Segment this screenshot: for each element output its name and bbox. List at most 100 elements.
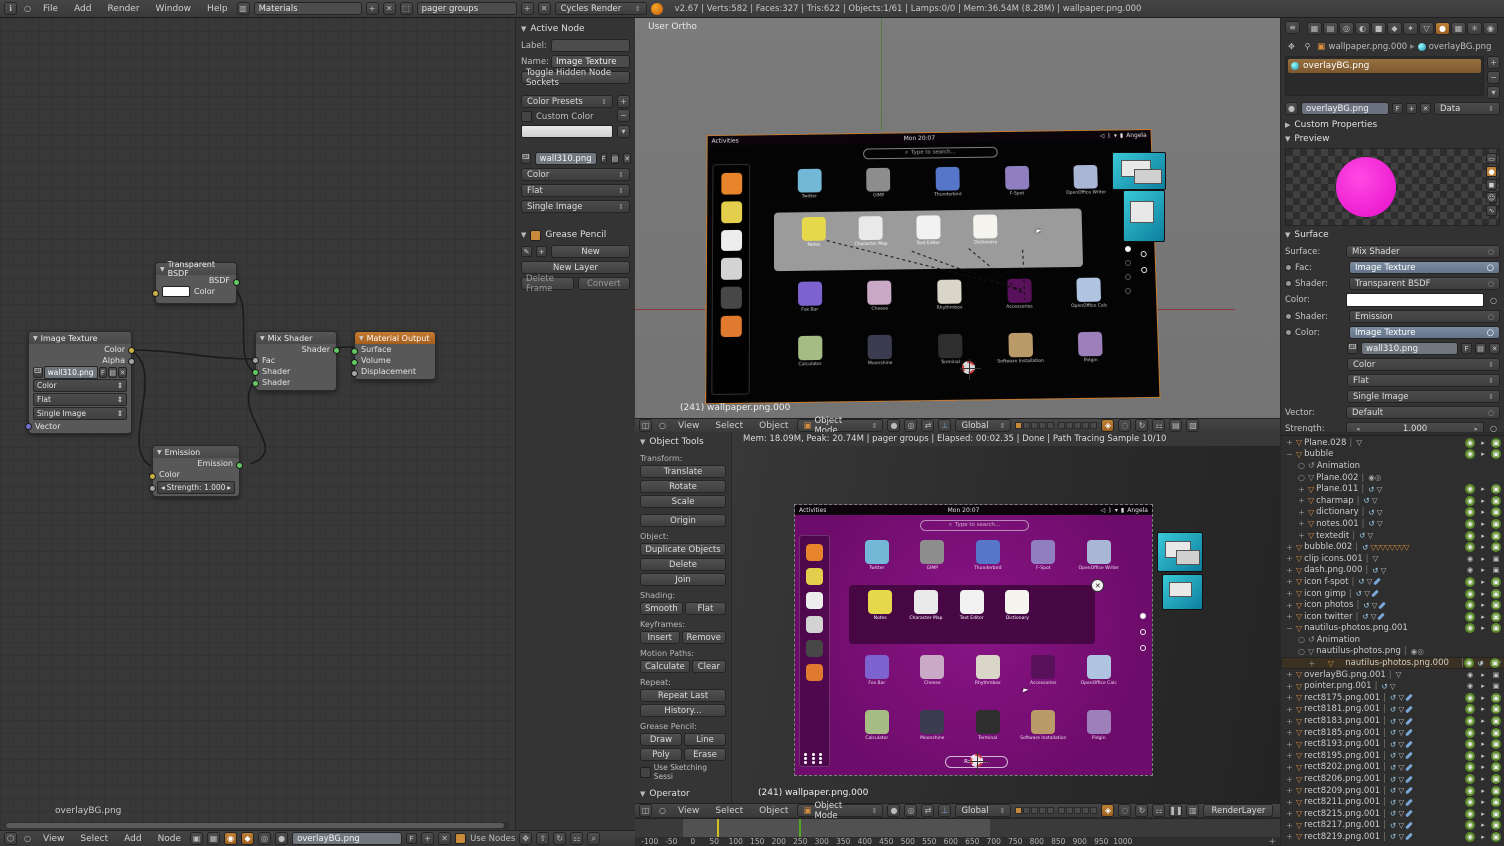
visibility-eye-icon[interactable]: ◉ <box>1465 542 1475 552</box>
color-output-socket[interactable] <box>128 347 135 354</box>
custom-color-checkbox[interactable] <box>521 111 532 122</box>
visibility-eye-icon[interactable]: ◉ <box>1465 577 1475 587</box>
menu-item[interactable]: Select <box>710 421 748 431</box>
visibility-eye-icon[interactable]: ◉ <box>1465 751 1475 761</box>
snap-magnet-icon[interactable]: ◈ <box>1101 419 1114 432</box>
renderable-camera-icon[interactable]: ▣ <box>1491 739 1501 749</box>
image-option-select[interactable]: Flat⇕ <box>521 184 630 197</box>
flat-button[interactable]: Flat <box>685 602 726 615</box>
properties-tab[interactable]: ✦ <box>1403 22 1418 35</box>
pivot-point-icon[interactable]: ◎ <box>904 419 917 432</box>
selectable-cursor-icon[interactable]: ▸ <box>1478 809 1488 819</box>
outliner-row[interactable]: + ▽ Plane.028 | ↺ ▽ ◉◎ ▽▽▽▽▽▽▽▽ ◉ ▸ ▣ <box>1281 437 1504 449</box>
visibility-eye-icon[interactable]: ◉ <box>1465 623 1475 633</box>
scene-select[interactable]: pager groups <box>417 2 517 15</box>
node-label-field[interactable] <box>551 39 630 52</box>
screen-layout-icon[interactable]: ▥ <box>237 2 250 15</box>
expand-toggle[interactable]: + <box>1285 566 1294 575</box>
image-name-field[interactable]: wall310.png <box>535 152 597 165</box>
texture-nodes-icon[interactable]: ◉ <box>224 832 237 845</box>
visibility-eye-icon[interactable]: ◉ <box>1465 600 1475 610</box>
calculate-paths-button[interactable]: Calculate <box>640 660 690 673</box>
translate-button[interactable]: Translate <box>640 465 726 478</box>
parent-node-icon[interactable]: ⇧ <box>536 832 549 845</box>
expand-toggle[interactable]: + <box>1285 763 1294 772</box>
render-image-icon[interactable]: ▤ <box>1169 419 1182 432</box>
context-icon[interactable]: ⚲ <box>1301 40 1314 53</box>
render-engine-select[interactable]: Cycles Render⇕ <box>555 2 647 15</box>
color-dropdown-button[interactable]: ▾ <box>617 125 630 138</box>
layer-buttons[interactable] <box>1058 422 1097 429</box>
render-plane-dark[interactable]: ActivitiesMon 20:07◁ᛒ▾▮Angela ⌕Type to s… <box>705 129 1160 404</box>
delete-button[interactable]: Delete <box>640 558 726 571</box>
renderable-camera-icon[interactable]: ▣ <box>1491 531 1501 541</box>
viewport-3d-top[interactable]: User Ortho ActivitiesMon 20:07◁ᛒ▾▮Angela… <box>635 18 1280 418</box>
visibility-eye-icon[interactable]: ◉ <box>1465 820 1475 830</box>
properties-tab[interactable]: ▦ <box>1307 22 1322 35</box>
renderable-camera-icon[interactable]: ▣ <box>1491 542 1501 552</box>
expand-toggle[interactable]: + <box>1285 740 1294 749</box>
bluetooth-icon[interactable]: ᛒ <box>1108 507 1112 514</box>
fac-input-socket[interactable] <box>252 357 259 364</box>
expand-toggle[interactable]: + <box>1285 717 1294 726</box>
origin-button[interactable]: Origin <box>640 514 726 527</box>
app-grid-button[interactable] <box>804 753 825 764</box>
visibility-eye-icon[interactable]: ◉ <box>1465 554 1475 564</box>
menu-item[interactable]: File <box>38 4 63 14</box>
renderable-camera-icon[interactable]: ▣ <box>1491 681 1501 691</box>
menu-item[interactable]: Render <box>103 4 145 14</box>
editor-type-icon[interactable]: ◫ <box>639 419 652 432</box>
outliner-row[interactable]: − ▽ bubble | ↺ ▽ ◉◎ ▽▽▽▽▽▽▽▽ ◉ ▸ ▣ <box>1281 449 1504 461</box>
selectable-cursor-icon[interactable]: ▸ <box>1478 589 1488 599</box>
selectable-cursor-icon[interactable]: ▸ <box>1478 623 1488 633</box>
color-input-socket[interactable] <box>149 473 156 480</box>
renderable-camera-icon[interactable]: ▣ <box>1491 774 1501 784</box>
gp-convert-button[interactable]: Convert <box>578 277 631 290</box>
visibility-eye-icon[interactable]: ◉ <box>1465 531 1475 541</box>
material-name-field[interactable]: overlayBG.png <box>292 832 402 845</box>
menu-item[interactable]: Object <box>754 806 793 816</box>
orientation-select[interactable]: Global⇕ <box>955 804 1011 817</box>
material-name-field[interactable]: overlayBG.png <box>1301 102 1389 115</box>
visibility-eye-icon[interactable]: ◉ <box>1465 797 1475 807</box>
workspace-thumbnail[interactable] <box>1157 532 1203 572</box>
expand-toggle[interactable]: + <box>1285 751 1294 760</box>
manipulator-icon[interactable]: ⇄ <box>921 419 934 432</box>
snap-mode-icon[interactable]: ⚏ <box>570 832 583 845</box>
search-input[interactable]: ⌕Type to search... <box>920 520 1029 531</box>
remove-preset-button[interactable]: − <box>617 109 630 122</box>
outliner-row[interactable]: + ▽ rect8185.png.001 | ↺ ▽ ◉◎ ▽▽▽▽▽▽▽▽ ◉… <box>1281 727 1504 739</box>
properties-tab[interactable]: ▤ <box>1323 22 1338 35</box>
selectable-cursor-icon[interactable]: ▸ <box>1478 832 1488 842</box>
sketching-session-checkbox[interactable] <box>640 767 651 778</box>
unlink-image-button[interactable]: ✕ <box>623 153 631 164</box>
properties-tab[interactable]: ▦ <box>1451 22 1466 35</box>
add-gp-button[interactable]: + <box>536 246 547 257</box>
add-material-button[interactable]: + <box>421 832 434 845</box>
properties-tab[interactable]: ▽ <box>1419 22 1434 35</box>
selectable-cursor-icon[interactable]: ▸ <box>1478 681 1488 691</box>
preview-cube-icon[interactable]: ◼ <box>1486 179 1497 190</box>
outliner-row[interactable]: + ▽ overlayBG.png.001 | ↺ ▽ ◉◎ ▽▽▽▽▽▽▽▽ … <box>1281 669 1504 681</box>
selectable-cursor-icon[interactable]: ▸ <box>1478 786 1488 796</box>
menu-item[interactable]: Select <box>75 834 113 844</box>
node-dropdown[interactable]: Flat⇕ <box>33 393 127 406</box>
visibility-eye-icon[interactable]: ◉ <box>1464 658 1474 668</box>
menu-item[interactable]: Help <box>202 4 233 14</box>
unlink-image-button[interactable]: ✕ <box>118 367 127 378</box>
zoom-render-icon[interactable]: ⌕ <box>587 832 600 845</box>
expand-toggle[interactable]: + <box>1285 612 1294 621</box>
selectable-cursor-icon[interactable]: ▸ <box>1478 484 1488 494</box>
viewport-shading-icon[interactable]: ● <box>887 419 900 432</box>
app-icon[interactable]: Moonshine <box>913 710 952 741</box>
outliner-row[interactable]: + ▽ rect8193.png.001 | ↺ ▽ ◉◎ ▽▽▽▽▽▽▽▽ ◉… <box>1281 738 1504 750</box>
viewport-shading-icon[interactable]: ● <box>887 804 900 817</box>
selectable-cursor-icon[interactable]: ▸ <box>1478 496 1488 506</box>
visibility-eye-icon[interactable]: ◉ <box>1465 774 1475 784</box>
image-name-field[interactable]: wall310.png <box>1361 342 1458 355</box>
visibility-eye-icon[interactable]: ◉ <box>1465 716 1475 726</box>
surface-panel-header[interactable]: ▼Surface <box>1285 228 1500 242</box>
strength-socket-icon[interactable]: ○ <box>1487 422 1500 432</box>
strength-input-socket[interactable] <box>149 485 156 492</box>
unlink-material-button[interactable]: ✕ <box>438 832 451 845</box>
